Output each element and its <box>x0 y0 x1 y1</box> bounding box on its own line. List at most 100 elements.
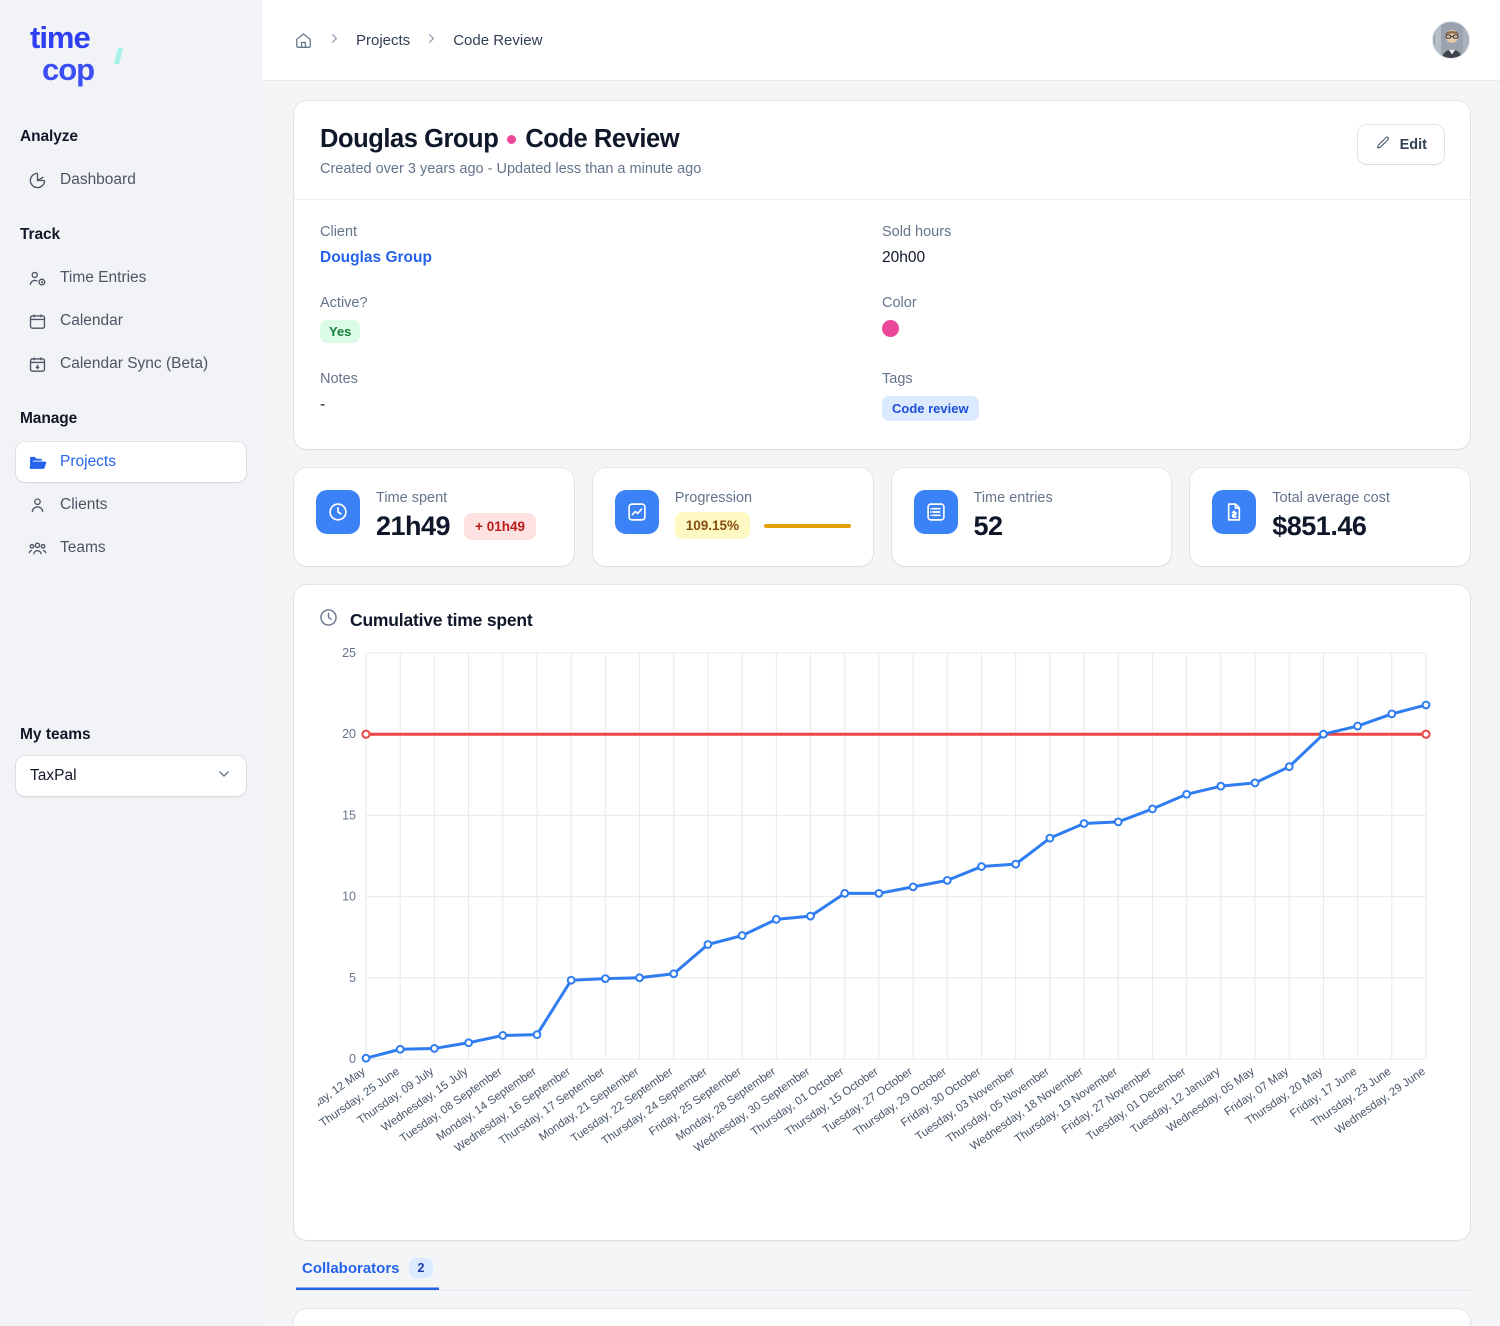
data-point <box>568 977 575 984</box>
field-notes: Notes - <box>320 371 882 421</box>
topbar: Projects Code Review <box>262 0 1500 81</box>
tab-collaborators[interactable]: Collaborators 2 <box>296 1258 439 1290</box>
y-axis-tick-label: 10 <box>342 890 356 904</box>
project-name: Code Review <box>525 125 679 154</box>
edit-button[interactable]: Edit <box>1358 125 1444 164</box>
chart-title: Cumulative time spent <box>350 610 533 631</box>
sidebar: time cop Analyze Dashboard Track <box>0 0 262 1326</box>
stat-label: Time entries <box>974 490 1150 506</box>
data-point <box>1115 818 1122 825</box>
stat-card-total-average-cost: Total average cost $851.46 <box>1190 468 1470 566</box>
data-point <box>465 1039 472 1046</box>
y-axis-tick-label: 0 <box>349 1052 356 1066</box>
app-logo[interactable]: time cop <box>16 0 246 90</box>
data-point <box>1286 763 1293 770</box>
data-point <box>431 1045 438 1052</box>
main-area: Projects Code Review <box>262 0 1500 1326</box>
stat-card-time-entries: Time entries 52 <box>892 468 1172 566</box>
data-point <box>1081 820 1088 827</box>
nav-group-manage: Manage Projects Clients Teams <box>16 410 246 568</box>
sidebar-item-calendar-sync[interactable]: Calendar Sync (Beta) <box>16 344 246 384</box>
field-active: Active? Yes <box>320 295 882 343</box>
cumulative-time-chart-card: Cumulative time spent 0510152025Tuesday,… <box>294 585 1470 1240</box>
sidebar-item-teams[interactable]: Teams <box>16 528 246 568</box>
sidebar-item-projects[interactable]: Projects <box>16 442 246 482</box>
stat-value: 21h49 <box>376 511 450 542</box>
field-client-value[interactable]: Douglas Group <box>320 249 882 267</box>
stat-delta-badge: + 01h49 <box>464 513 536 540</box>
my-teams-section: My teams TaxPal <box>16 726 246 796</box>
breadcrumb-item-code-review[interactable]: Code Review <box>453 32 542 49</box>
chevron-down-icon <box>216 766 232 787</box>
svg-text:cop: cop <box>42 52 94 87</box>
stat-card-time-spent: Time spent 21h49 + 01h49 <box>294 468 574 566</box>
nav-group-analyze: Analyze Dashboard <box>16 128 246 200</box>
breadcrumb-separator <box>327 31 342 50</box>
tab-label: Collaborators <box>302 1260 400 1277</box>
y-axis-tick-label: 25 <box>342 646 356 660</box>
breadcrumb: Projects Code Review <box>294 31 1432 50</box>
field-client-label: Client <box>320 224 882 240</box>
stat-value: $851.46 <box>1272 511 1448 542</box>
stat-label: Time spent <box>376 490 552 506</box>
field-color-label: Color <box>882 295 1444 311</box>
field-tags-label: Tags <box>882 371 1444 387</box>
field-tags: Tags Code review <box>882 371 1444 421</box>
data-point <box>1423 702 1430 709</box>
sidebar-item-calendar[interactable]: Calendar <box>16 301 246 341</box>
edit-button-label: Edit <box>1400 137 1427 153</box>
breadcrumb-separator <box>424 31 439 50</box>
team-selector-value: TaxPal <box>30 767 77 785</box>
stat-label: Total average cost <box>1272 490 1448 506</box>
sidebar-item-dashboard[interactable]: Dashboard <box>16 160 246 200</box>
stat-card-progression: Progression 109.15% <box>593 468 873 566</box>
data-point <box>773 916 780 923</box>
folder-icon <box>28 453 47 472</box>
project-timestamps: Created over 3 years ago - Updated less … <box>320 161 1358 177</box>
svg-text:time: time <box>30 20 91 55</box>
data-point <box>1149 806 1156 813</box>
calendar-icon <box>28 312 47 331</box>
stat-cards: Time spent 21h49 + 01h49 Progression <box>294 468 1470 566</box>
sidebar-item-label: Calendar Sync (Beta) <box>60 355 208 373</box>
project-summary-card: Douglas Group Code Review Created over 3… <box>294 101 1470 449</box>
progression-bar <box>764 524 850 528</box>
field-color: Color <box>882 295 1444 343</box>
data-point <box>1388 711 1395 718</box>
breadcrumb-item-projects[interactable]: Projects <box>356 32 410 49</box>
list-icon <box>914 490 958 534</box>
nav-group-track: Track Time Entries Calendar Calendar Syn… <box>16 226 246 384</box>
chart-plot-area[interactable]: 0510152025Tuesday, 12 MayThursday, 25 Ju… <box>318 639 1434 1199</box>
data-point <box>739 932 746 939</box>
home-icon[interactable] <box>294 31 313 50</box>
users-icon <box>28 539 47 558</box>
app-root: time cop Analyze Dashboard Track <box>0 0 1500 1326</box>
avatar[interactable] <box>1432 21 1470 59</box>
data-point <box>397 1046 404 1053</box>
invoice-icon <box>1212 490 1256 534</box>
pie-chart-icon <box>28 171 47 190</box>
sidebar-item-clients[interactable]: Clients <box>16 485 246 525</box>
field-sold-hours-value: 20h00 <box>882 249 1444 267</box>
field-sold-hours-label: Sold hours <box>882 224 1444 240</box>
clock-icon <box>316 490 360 534</box>
table-header-row: NAME AVERAGE COST TIME SPENT <box>294 1309 1470 1326</box>
team-selector[interactable]: TaxPal <box>16 756 246 796</box>
field-notes-value: - <box>320 396 882 414</box>
data-point <box>978 863 985 870</box>
tag-chip[interactable]: Code review <box>882 396 979 421</box>
y-axis-tick-label: 5 <box>349 971 356 985</box>
data-point <box>807 913 814 920</box>
sidebar-item-time-entries[interactable]: Time Entries <box>16 258 246 298</box>
data-point <box>1183 791 1190 798</box>
data-point <box>670 970 677 977</box>
y-axis-tick-label: 20 <box>342 727 356 741</box>
sidebar-item-label: Dashboard <box>60 171 136 189</box>
data-point <box>841 890 848 897</box>
color-swatch <box>882 320 899 337</box>
project-client-name: Douglas Group <box>320 125 498 154</box>
data-point <box>1354 723 1361 730</box>
nav-section-title-manage: Manage <box>16 410 246 428</box>
data-point <box>602 975 609 982</box>
nav-section-title-analyze: Analyze <box>16 128 246 146</box>
